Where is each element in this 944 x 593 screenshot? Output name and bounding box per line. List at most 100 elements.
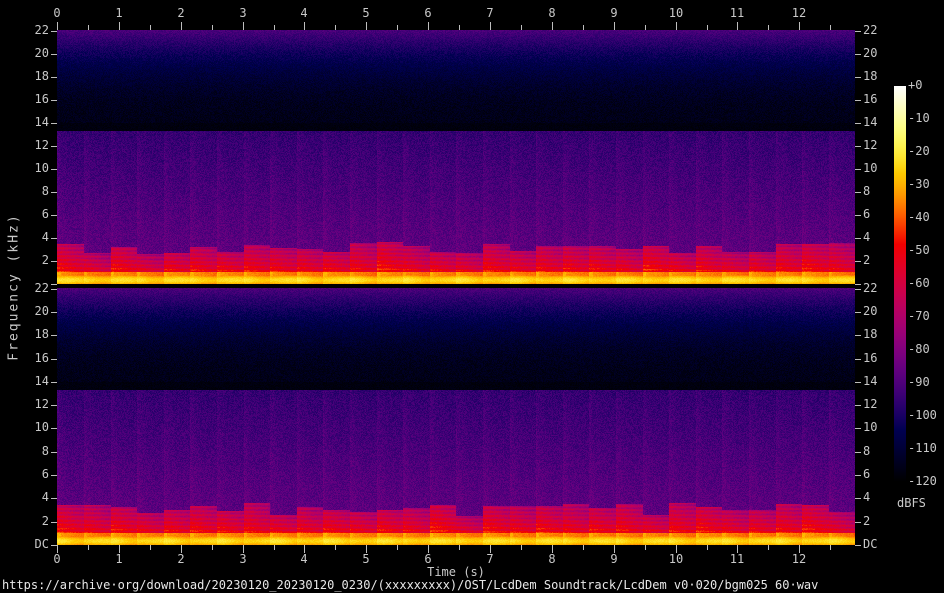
- freq-tick-label-right: 20: [863, 46, 878, 60]
- spectrogram-heatmap: [57, 30, 855, 545]
- freq-tick-label-right: 16: [863, 92, 878, 106]
- time-tick-label-bottom: 8: [548, 552, 556, 566]
- time-minor-tick-bottom: [212, 545, 213, 550]
- time-tick-label-bottom: 2: [177, 552, 185, 566]
- time-minor-tick-bottom: [768, 545, 769, 550]
- time-tick-label-top: 11: [729, 6, 745, 20]
- freq-tick-left: [51, 498, 57, 499]
- freq-tick-left: [51, 238, 57, 239]
- freq-tick-left: [51, 100, 57, 101]
- freq-dc-tick-right: [855, 545, 861, 546]
- freq-tick-label-left: 16: [34, 92, 49, 106]
- time-major-tick-top: [243, 22, 244, 30]
- freq-tick-left: [51, 428, 57, 429]
- freq-tick-label-left: 4: [41, 490, 49, 504]
- time-minor-tick-top: [707, 25, 708, 30]
- time-minor-tick-bottom: [830, 545, 831, 550]
- time-minor-tick-top: [645, 25, 646, 30]
- freq-tick-left: [51, 359, 57, 360]
- time-tick-label-bottom: 0: [53, 552, 61, 566]
- freq-tick-right: [855, 312, 861, 313]
- freq-tick-label-left: 2: [41, 253, 49, 267]
- time-tick-label-bottom: 9: [610, 552, 618, 566]
- freq-tick-label-left: 16: [34, 351, 49, 365]
- freq-dc-tick-right: [855, 284, 861, 285]
- freq-tick-label-right: 2: [863, 253, 871, 267]
- time-major-tick-top: [737, 22, 738, 30]
- colorbar-tick-label: -70: [908, 309, 930, 323]
- freq-tick-label-left: 22: [34, 23, 49, 37]
- time-tick-label-top: 6: [424, 6, 432, 20]
- freq-tick-left: [51, 312, 57, 313]
- freq-tick-right: [855, 359, 861, 360]
- freq-tick-right: [855, 498, 861, 499]
- freq-tick-left: [51, 123, 57, 124]
- freq-tick-right: [855, 428, 861, 429]
- freq-tick-label-right: 14: [863, 115, 878, 129]
- time-major-tick-top: [304, 22, 305, 30]
- colorbar-tick-label: -40: [908, 210, 930, 224]
- freq-tick-label-left: 6: [41, 467, 49, 481]
- colorbar-tick-label: -10: [908, 111, 930, 125]
- freq-tick-label-right: 8: [863, 184, 871, 198]
- freq-tick-label-left: 4: [41, 230, 49, 244]
- freq-tick-label-left: 8: [41, 184, 49, 198]
- freq-tick-right: [855, 169, 861, 170]
- freq-tick-right: [855, 123, 861, 124]
- freq-tick-label-left: 12: [34, 397, 49, 411]
- time-tick-label-bottom: 3: [239, 552, 247, 566]
- freq-dc-label-right: DC: [863, 537, 878, 551]
- freq-tick-right: [855, 215, 861, 216]
- time-tick-label-bottom: 11: [729, 552, 745, 566]
- freq-tick-label-right: 18: [863, 69, 878, 83]
- freq-tick-label-left: 10: [34, 420, 49, 434]
- freq-tick-label-right: 22: [863, 281, 878, 295]
- time-minor-tick-top: [88, 25, 89, 30]
- freq-tick-label-left: 6: [41, 207, 49, 221]
- time-tick-label-bottom: 4: [300, 552, 308, 566]
- time-tick-label-bottom: 7: [486, 552, 494, 566]
- time-minor-tick-top: [830, 25, 831, 30]
- time-minor-tick-bottom: [150, 545, 151, 550]
- time-tick-label-top: 9: [610, 6, 618, 20]
- freq-tick-label-left: 8: [41, 444, 49, 458]
- freq-tick-right: [855, 452, 861, 453]
- colorbar-tick-label: -60: [908, 276, 930, 290]
- time-major-tick-top: [676, 22, 677, 30]
- freq-tick-label-right: 2: [863, 514, 871, 528]
- time-tick-label-bottom: 12: [791, 552, 807, 566]
- time-minor-tick-top: [521, 25, 522, 30]
- freq-tick-label-right: 12: [863, 138, 878, 152]
- time-tick-label-top: 2: [177, 6, 185, 20]
- time-tick-label-top: 0: [53, 6, 61, 20]
- freq-tick-right: [855, 475, 861, 476]
- time-tick-label-top: 4: [300, 6, 308, 20]
- freq-tick-left: [51, 261, 57, 262]
- time-tick-label-top: 12: [791, 6, 807, 20]
- time-minor-tick-top: [212, 25, 213, 30]
- freq-tick-label-left: 14: [34, 115, 49, 129]
- freq-tick-label-left: 2: [41, 514, 49, 528]
- time-tick-label-bottom: 10: [668, 552, 684, 566]
- time-tick-label-top: 1: [115, 6, 123, 20]
- freq-tick-label-right: 14: [863, 374, 878, 388]
- time-major-tick-top: [57, 22, 58, 30]
- spectrogram-figure: Frequency (kHz) Time (s) dBFS https://ar…: [0, 0, 944, 593]
- freq-tick-right: [855, 238, 861, 239]
- freq-tick-label-right: 10: [863, 161, 878, 175]
- time-minor-tick-top: [397, 25, 398, 30]
- time-tick-label-top: 7: [486, 6, 494, 20]
- time-major-tick-top: [119, 22, 120, 30]
- freq-tick-left: [51, 452, 57, 453]
- freq-tick-label-right: 18: [863, 327, 878, 341]
- time-minor-tick-top: [335, 25, 336, 30]
- freq-tick-label-right: 22: [863, 23, 878, 37]
- colorbar-tick-label: -100: [908, 408, 937, 422]
- freq-tick-left: [51, 405, 57, 406]
- time-major-tick-top: [366, 22, 367, 30]
- freq-tick-label-left: 12: [34, 138, 49, 152]
- freq-tick-label-left: 18: [34, 69, 49, 83]
- colorbar-tick-label: -120: [908, 474, 937, 488]
- time-minor-tick-bottom: [459, 545, 460, 550]
- freq-dc-tick-left: [51, 284, 57, 285]
